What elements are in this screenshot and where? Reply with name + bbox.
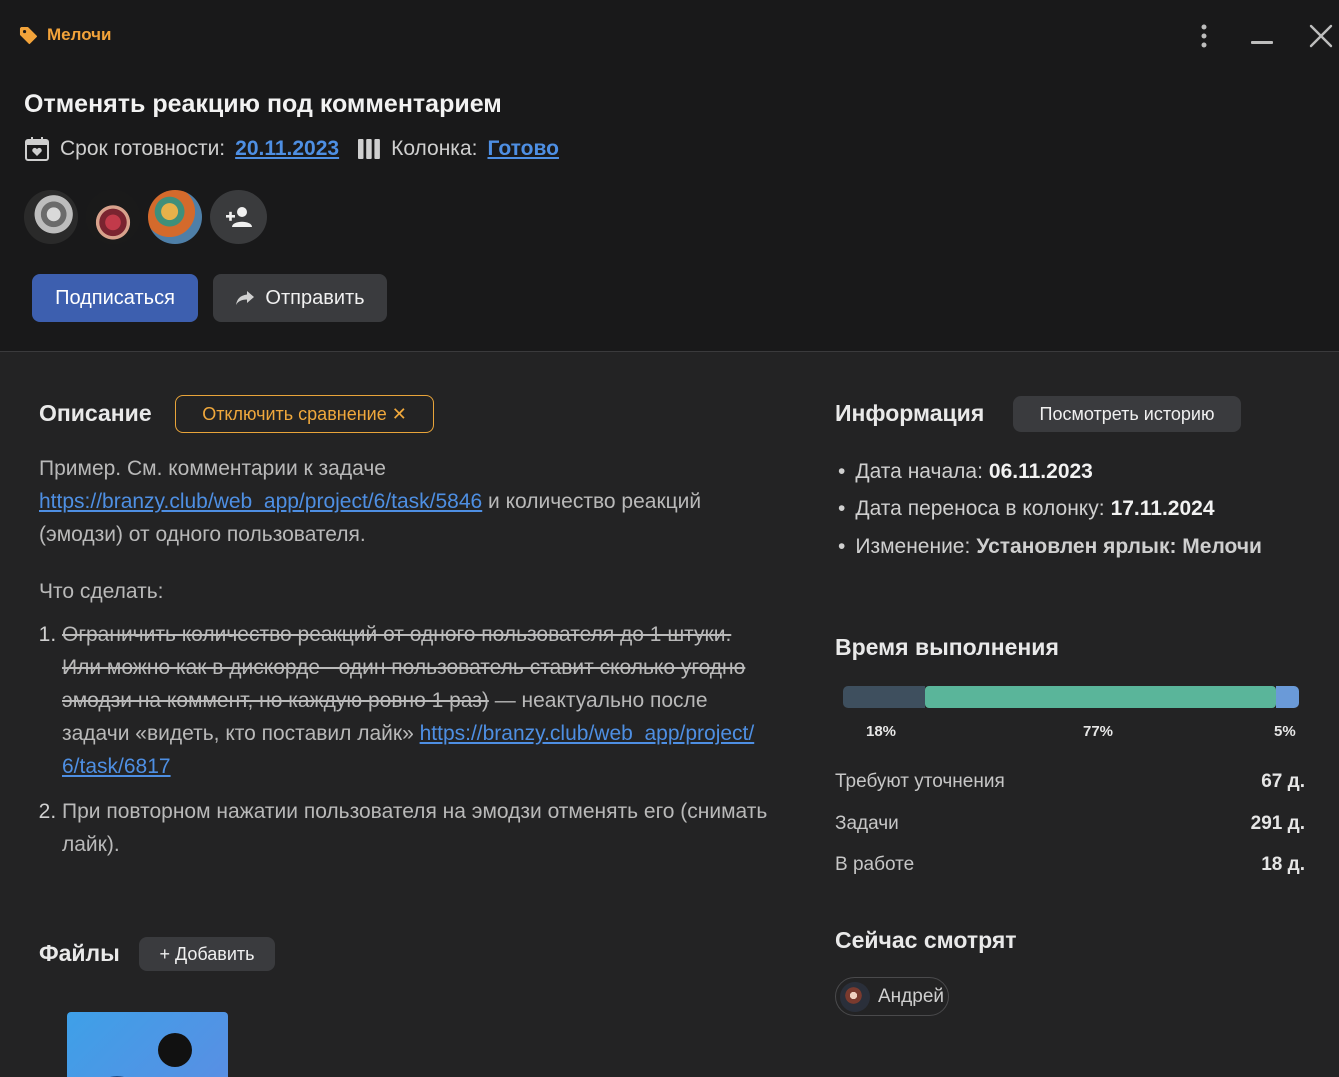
description-intro: Пример. См. комментарии к задаче https:/…: [39, 457, 702, 546]
percent-label: 77%: [1083, 723, 1114, 740]
task-label[interactable]: Мелочи: [18, 24, 111, 46]
info-item-change: Изменение:Установлен ярлык: Мелочи: [838, 528, 1262, 566]
column-link[interactable]: Готово: [487, 137, 558, 161]
info-title: Информация: [835, 400, 985, 426]
minimize-icon[interactable]: [1248, 22, 1276, 50]
more-options-icon[interactable]: [1190, 22, 1218, 50]
timing-progress-bar: [843, 686, 1299, 708]
timing-title: Время выполнения: [835, 634, 1059, 660]
file-thumbnail[interactable]: [67, 1012, 228, 1077]
files-title: Файлы: [39, 940, 120, 966]
avatar[interactable]: [24, 190, 78, 244]
description-title: Описание: [39, 400, 152, 426]
send-label: Отправить: [265, 286, 365, 309]
calendar-icon: [24, 136, 50, 162]
task-link[interactable]: https://branzy.club/web_app/project/6/ta…: [39, 490, 482, 513]
avatar[interactable]: [86, 190, 140, 244]
todo-list: Ограничить количество реакций от одного …: [39, 618, 769, 861]
description-body: Пример. См. комментарии к задаче https:/…: [39, 452, 769, 873]
timing-row: В работе 18 д.: [835, 854, 1305, 875]
task-title: Отменять реакцию под комментарием: [24, 90, 502, 118]
viewer-chip[interactable]: Андрей: [835, 977, 949, 1016]
progress-segment: [843, 686, 925, 708]
close-icon[interactable]: [1307, 22, 1335, 50]
subscribe-button[interactable]: Подписаться: [32, 274, 198, 322]
image-file-icon: [110, 1033, 192, 1077]
task-header: Мелочи Отменять реакцию под комментарием…: [0, 0, 1339, 352]
avatar: [840, 981, 870, 1012]
list-item: Ограничить количество реакций от одного …: [62, 618, 769, 783]
add-user-button[interactable]: [210, 190, 267, 244]
add-file-button[interactable]: + Добавить: [139, 937, 275, 971]
info-item-start-date: Дата начала:06.11.2023: [838, 453, 1262, 491]
timing-row: Задачи 291 д.: [835, 813, 1305, 834]
avatar[interactable]: [148, 190, 202, 244]
timing-row: Требуют уточнения 67 д.: [835, 771, 1305, 792]
view-history-button[interactable]: Посмотреть историю: [1013, 396, 1241, 432]
add-user-icon: [225, 207, 252, 227]
assignees: [24, 190, 267, 244]
percent-label: 5%: [1274, 723, 1296, 740]
todo-heading: Что сделать:: [39, 580, 164, 603]
task-meta: Срок готовности: 20.11.2023 Колонка: Гот…: [24, 134, 559, 164]
percent-label: 18%: [866, 723, 897, 740]
task-label-text: Мелочи: [47, 25, 112, 44]
info-list: Дата начала:06.11.2023 Дата переноса в к…: [838, 453, 1262, 566]
column-label: Колонка:: [391, 137, 478, 160]
send-button[interactable]: Отправить: [213, 274, 387, 322]
disable-compare-button[interactable]: Отключить сравнение ✕: [175, 395, 434, 433]
list-item: При повторном нажатии пользователя на эм…: [62, 795, 769, 861]
deadline-label: Срок готовности:: [60, 137, 226, 160]
progress-segment: [1276, 686, 1299, 708]
info-item-column-date: Дата переноса в колонку:17.11.2024: [838, 491, 1262, 529]
progress-segment: [925, 686, 1276, 708]
viewers-title: Сейчас смотрят: [835, 927, 1017, 953]
tag-icon: [19, 26, 38, 44]
deadline-link[interactable]: 20.11.2023: [235, 137, 339, 161]
viewer-name: Андрей: [878, 985, 944, 1007]
columns-icon: [357, 138, 381, 160]
share-arrow-icon: [236, 291, 255, 305]
